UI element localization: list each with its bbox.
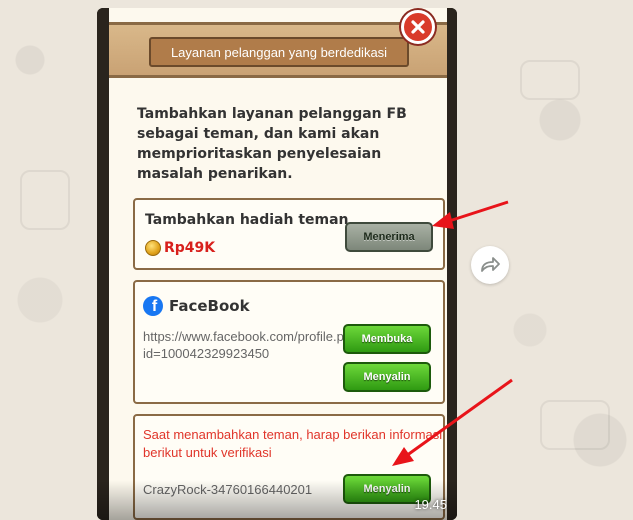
forward-icon: [481, 257, 500, 272]
accept-button[interactable]: Menerima: [345, 222, 433, 252]
video-edge: [97, 8, 109, 520]
forward-button[interactable]: [471, 246, 509, 284]
wallpaper-doodle: [540, 400, 610, 450]
gift-card: Tambahkan hadiah teman Rp49K Menerima: [133, 198, 445, 270]
facebook-name: FaceBook: [169, 297, 250, 315]
wallpaper-doodle: [520, 60, 580, 100]
close-icon: [411, 20, 425, 34]
popup-title: Layanan pelanggan yang berdedikasi: [149, 37, 409, 67]
facebook-url: https://www.facebook.com/profile.php?id=…: [143, 329, 366, 361]
wallpaper-doodle: [20, 170, 70, 230]
gift-title: Tambahkan hadiah teman: [145, 212, 349, 228]
facebook-icon: f: [143, 296, 163, 316]
open-button[interactable]: Membuka: [343, 324, 431, 354]
copy-url-button[interactable]: Menyalin: [343, 362, 431, 392]
video-shade: [97, 480, 457, 520]
verify-instructions: Saat menambahkan teman, harap berikan in…: [143, 427, 443, 460]
facebook-header: f FaceBook: [143, 296, 250, 316]
close-button[interactable]: [401, 10, 435, 44]
facebook-card: f FaceBook https://www.facebook.com/prof…: [133, 280, 445, 404]
customer-service-popup: Layanan pelanggan yang berdedikasi Tamba…: [109, 8, 447, 520]
video-edge: [447, 8, 457, 520]
video-message[interactable]: Layanan pelanggan yang berdedikasi Tamba…: [97, 8, 457, 520]
gift-price: Rp49K: [164, 240, 216, 256]
popup-header: Layanan pelanggan yang berdedikasi: [109, 22, 447, 78]
coin-icon: [145, 240, 161, 256]
gift-price-row: Rp49K: [145, 240, 215, 256]
video-timestamp: 19.45: [414, 497, 447, 512]
intro-text: Tambahkan layanan pelanggan FB sebagai t…: [137, 106, 407, 182]
